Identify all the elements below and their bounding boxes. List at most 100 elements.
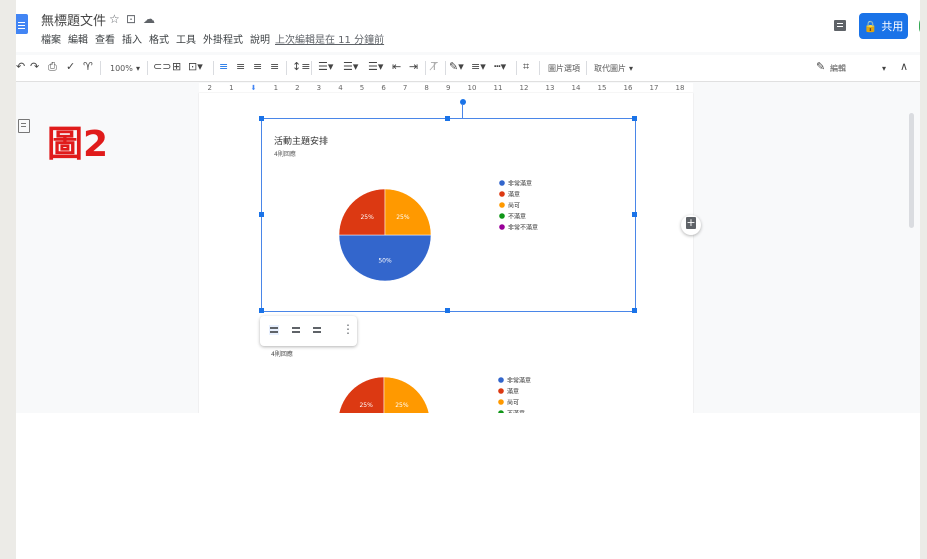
replace-image-button[interactable]: 取代圖片 (594, 62, 626, 76)
chevron-down-icon[interactable]: ▾ (882, 62, 886, 76)
ruler-tick: 10 (467, 84, 477, 92)
document-page[interactable]: 活動主題安排 4則回應 50% 25% 25% 非常滿意 滿意 尚可 不滿意 非常不滿意 ⋮ 4則… (199, 93, 693, 413)
comments-icon[interactable] (834, 20, 846, 31)
ruler-tick: 1 (273, 84, 279, 92)
move-folder-icon[interactable]: ⊡ (126, 12, 136, 26)
toolbar-divider (286, 61, 287, 75)
ruler-tick: 9 (445, 84, 451, 92)
docs-logo-icon[interactable] (16, 14, 28, 34)
legend-label: 滿意 (507, 388, 519, 396)
editing-mode-label[interactable]: 編輯 (830, 62, 846, 76)
undo-icon[interactable]: ↶ (16, 60, 25, 74)
toolbar-divider (311, 61, 312, 75)
ruler-tick: 18 (675, 84, 685, 92)
toolbar-divider (100, 61, 101, 75)
toolbar-divider (147, 61, 148, 75)
legend-swatch (498, 388, 504, 394)
line-spacing-icon[interactable]: ↕≡ (292, 60, 310, 74)
pie-data-label: 25% (359, 402, 373, 409)
legend-label: 尚可 (507, 399, 519, 407)
chevron-down-icon[interactable]: ▾ (136, 62, 140, 76)
increase-indent-icon[interactable]: ⇥ (409, 60, 418, 74)
ruler-tick: 3 (316, 84, 322, 92)
ruler-tick: 11 (493, 84, 503, 92)
ruler-tick: 5 (359, 84, 365, 92)
ruler-tick: 1 (229, 84, 234, 92)
ruler-tick: 8 (424, 84, 429, 92)
scrollbar[interactable] (909, 113, 914, 228)
align-center-icon[interactable]: ≡ (236, 60, 245, 74)
app-window: 無標題文件 ☆ ⊡ ☁ 檔案 編輯 查看 插入 格式 工具 外掛程式 說明 上次… (0, 0, 927, 559)
figure-annotation: 圖2 (47, 124, 109, 165)
title-bar: 無標題文件 ☆ ⊡ ☁ 檔案 編輯 查看 插入 格式 工具 外掛程式 說明 上次… (16, 0, 920, 52)
align-justify-icon[interactable]: ≡ (270, 60, 279, 74)
border-dash-icon[interactable]: ┅▾ (494, 60, 506, 74)
avatar[interactable] (919, 16, 920, 36)
ruler-tick: 4 (338, 84, 343, 92)
last-edit-link[interactable]: 上次編輯是在 11 分鐘前 (275, 34, 384, 48)
share-label: 共用 (881, 20, 904, 33)
print-icon[interactable]: ⎙ (48, 60, 57, 74)
spellcheck-icon[interactable]: ✓ (66, 60, 75, 74)
bulleted-list-icon[interactable]: ☰▾ (343, 60, 358, 74)
menu-item[interactable]: 說明 (250, 34, 270, 48)
border-color-icon[interactable]: ✎▾ (449, 60, 464, 74)
legend-label: 非常滿意 (507, 377, 531, 385)
menu-item[interactable]: 查看 (95, 34, 115, 48)
crop-icon[interactable]: ⌗ (523, 60, 529, 74)
edit-pencil-icon[interactable]: ✎ (816, 60, 825, 74)
collapse-toolbar-icon[interactable]: ∧ (900, 60, 908, 74)
ruler-tick: 14 (571, 84, 581, 92)
blank-area (16, 413, 920, 559)
pie-data-label: 25% (395, 402, 409, 409)
ruler-tick: 17 (649, 84, 659, 92)
cloud-status-icon[interactable]: ☁ (143, 12, 155, 26)
ruler-indent-marker[interactable]: ⬇ (251, 84, 257, 92)
clear-formatting-icon[interactable]: T̸ (431, 60, 438, 74)
ruler-tick: 2 (295, 84, 300, 92)
zoom-select[interactable]: 100% (110, 62, 133, 76)
decrease-indent-icon[interactable]: ⇤ (392, 60, 401, 74)
document-outline-icon[interactable] (18, 119, 30, 133)
toolbar-divider (445, 61, 446, 75)
numbered-list-icon[interactable]: ☰▾ (368, 60, 383, 74)
align-left-icon[interactable]: ≡ (219, 60, 228, 74)
add-comment-toolbar-icon[interactable]: ⊞ (172, 60, 181, 74)
menu-item[interactable]: 外掛程式 (203, 34, 243, 48)
ruler-tick: 7 (402, 84, 408, 92)
toolbar: ↶ ↷ ⎙ ✓ ♈ 100% ▾ ⊂⊃ ⊞ ⊡▾ ≡ ≡ ≡ ≡ ↕≡ ☰▾ ☰… (16, 55, 920, 82)
redo-icon[interactable]: ↷ (30, 60, 39, 74)
image-options-button[interactable]: 圖片選項 (548, 62, 580, 76)
ruler-tick: 16 (623, 84, 633, 92)
legend-swatch (498, 399, 504, 405)
document-title[interactable]: 無標題文件 (41, 10, 106, 29)
menu-bar: 檔案 編輯 查看 插入 格式 工具 外掛程式 說明 (41, 34, 270, 48)
insert-image-icon[interactable]: ⊡▾ (188, 60, 203, 74)
checklist-icon[interactable]: ☰▾ (318, 60, 333, 74)
toolbar-divider (213, 61, 214, 75)
toolbar-divider (516, 61, 517, 75)
share-button[interactable]: 🔒 共用 (859, 13, 908, 39)
lock-icon: 🔒 (863, 19, 878, 33)
menu-item[interactable]: 插入 (122, 34, 142, 48)
add-comment-icon[interactable] (681, 215, 701, 235)
ruler[interactable]: 2 1 ⬇ 1 2 3 4 5 6 7 8 9 10 11 12 13 14 1… (199, 83, 693, 93)
star-icon[interactable]: ☆ (109, 12, 120, 26)
ruler-tick: 13 (545, 84, 555, 92)
link-icon[interactable]: ⊂⊃ (153, 60, 171, 74)
menu-item[interactable]: 格式 (149, 34, 169, 48)
chevron-down-icon[interactable]: ▾ (629, 62, 633, 76)
menu-item[interactable]: 檔案 (41, 34, 61, 48)
chart-2: 25%25%非常滿意滿意尚可不滿意 (338, 377, 531, 413)
paint-format-icon[interactable]: ♈ (83, 60, 93, 74)
menu-item[interactable]: 工具 (176, 34, 196, 48)
ruler-tick: 6 (381, 84, 386, 92)
ruler-tick: 2 (207, 84, 212, 92)
docs-screen: 無標題文件 ☆ ⊡ ☁ 檔案 編輯 查看 插入 格式 工具 外掛程式 說明 上次… (16, 0, 920, 413)
border-weight-icon[interactable]: ≡▾ (471, 60, 486, 74)
legend-swatch (498, 377, 504, 383)
toolbar-divider (539, 61, 540, 75)
ruler-tick: 15 (597, 84, 607, 92)
align-right-icon[interactable]: ≡ (253, 60, 262, 74)
menu-item[interactable]: 編輯 (68, 34, 88, 48)
